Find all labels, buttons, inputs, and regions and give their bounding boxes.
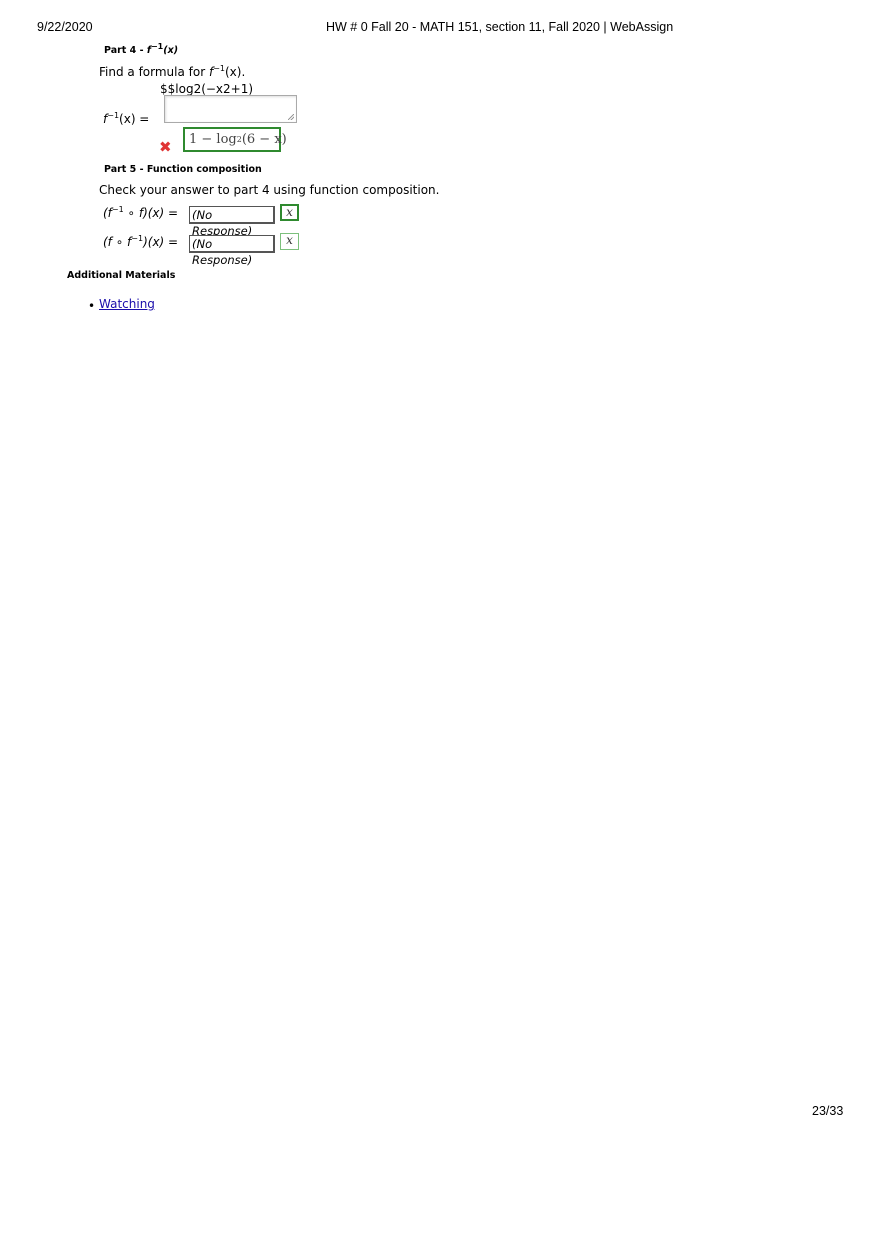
part4-heading-text: Part 4 - [104,45,147,56]
page-title: HW # 0 Fall 20 - MATH 151, section 11, F… [326,20,674,34]
answer-textarea[interactable] [164,95,297,123]
inverse-label-sup: −1 [107,111,120,120]
watching-link[interactable]: Watching [99,297,155,311]
typed-answer-text: $$log2(−x2+1) [160,82,254,96]
comp1-open: (f [103,206,112,220]
comp2-rest: )(x) = [143,235,179,249]
page-number: 23/33 [812,1104,844,1118]
part5-heading: Part 5 - Function composition [104,164,262,175]
math-x-button-2[interactable]: x [280,233,299,250]
part4-prompt-text: Find a formula for [99,65,209,79]
comp2-sup: −1 [131,234,144,243]
math-x-button-1[interactable]: x [280,204,299,221]
correct-answer-tail: (6 − x) [241,132,287,147]
composition-response-2: (No Response) [189,235,275,267]
part4-heading: Part 4 - f−1(x) [104,41,179,56]
inverse-answer-label: f−1(x) = [103,111,150,127]
composition-label-2: (f ∘ f−1)(x) = [103,234,179,250]
comp2-open: (f ∘ f [103,235,132,249]
part4-heading-sup: −1 [150,41,164,51]
inverse-label-rest: (x) = [119,112,150,126]
incorrect-x-icon: ✖ [159,138,172,156]
resize-grip-icon[interactable] [288,114,294,120]
composition-label-1: (f−1 ∘ f)(x) = [103,205,179,221]
correct-answer-box: 1 − log 2 (6 − x) [183,127,287,152]
part4-heading-arg: (x) [163,45,179,56]
part5-prompt: Check your answer to part 4 using functi… [99,183,440,197]
bullet-icon: • [88,299,96,313]
correct-answer-main: 1 − log [189,132,237,147]
comp1-sup: −1 [111,205,124,214]
part4-prompt-sup: −1 [213,64,225,73]
composition-response-1: (No Response) [189,206,275,238]
print-date: 9/22/2020 [37,20,93,34]
additional-materials-heading: Additional Materials [67,270,176,281]
part4-prompt-arg: (x). [225,65,246,79]
part4-prompt: Find a formula for f−1(x). [99,64,246,80]
comp1-rest: ∘ f)(x) = [123,206,179,220]
